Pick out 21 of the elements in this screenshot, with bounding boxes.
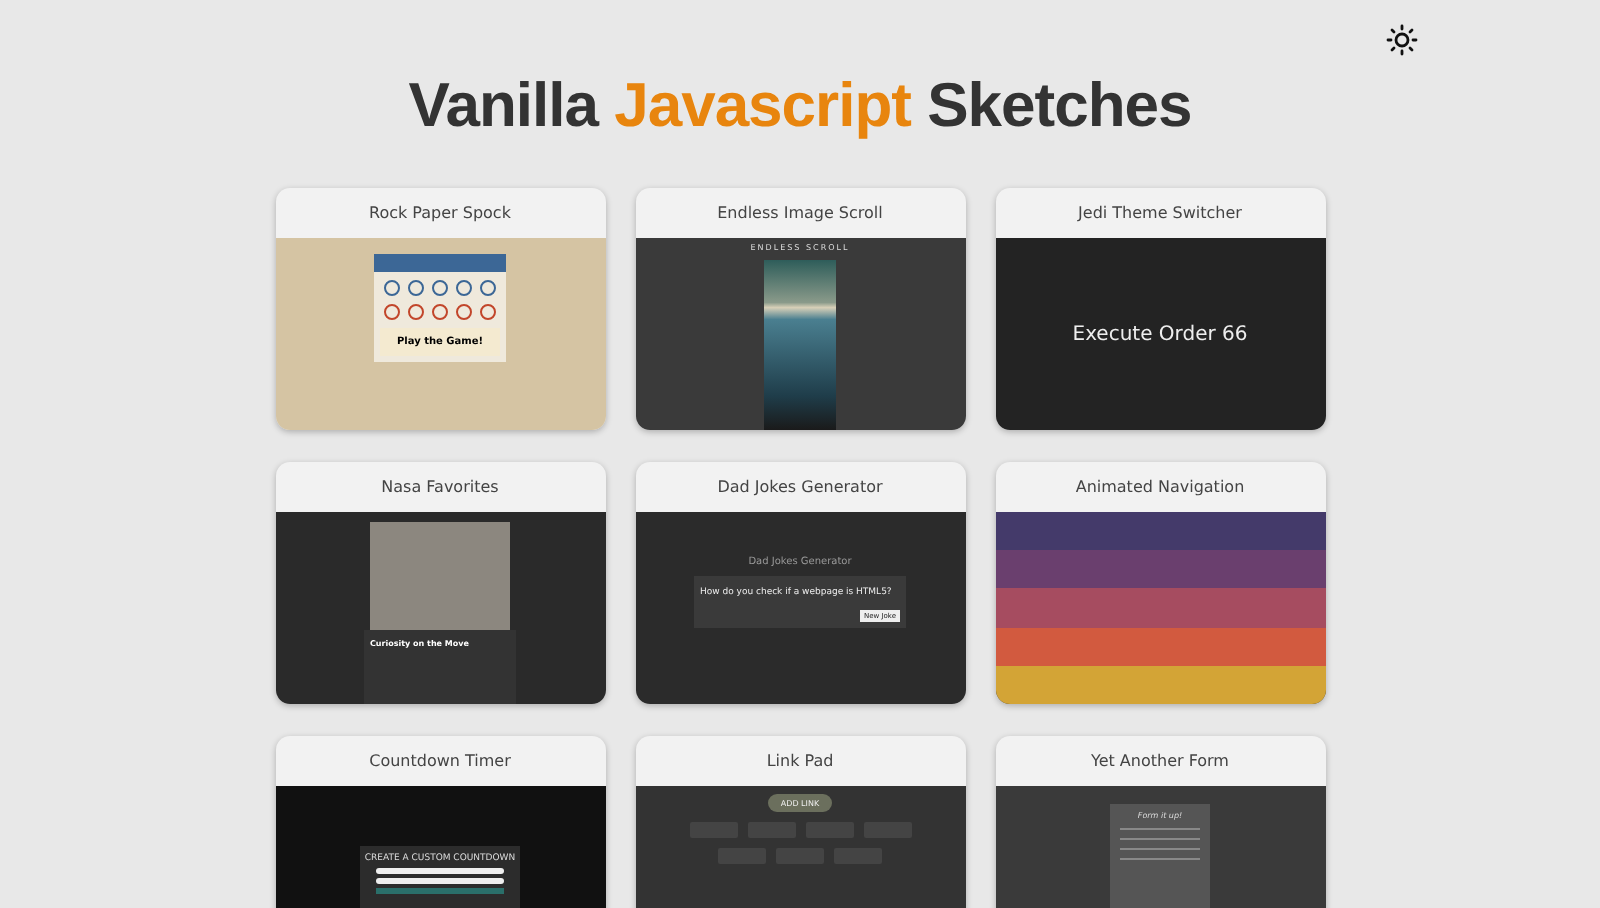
input-field — [376, 868, 504, 874]
card-title[interactable]: Dad Jokes Generator — [717, 478, 883, 496]
sun-icon — [1386, 24, 1418, 56]
fill-in-line — [1120, 828, 1200, 830]
theme-toggle-button[interactable] — [1384, 22, 1420, 58]
card-title[interactable]: Rock Paper Spock — [369, 204, 511, 222]
fill-in-line — [1120, 838, 1200, 840]
card-title[interactable]: Yet Another Form — [1091, 752, 1229, 770]
preview-heading: Execute Order 66 — [1072, 323, 1248, 345]
card-title[interactable]: Link Pad — [766, 752, 834, 770]
card-title[interactable]: Animated Navigation — [1075, 478, 1245, 496]
card-title[interactable]: Jedi Theme Switcher — [1078, 204, 1242, 222]
fill-in-line — [1120, 858, 1200, 860]
card-title[interactable]: Countdown Timer — [369, 752, 511, 770]
fill-in-line — [1120, 848, 1200, 850]
input-field — [376, 878, 504, 884]
panel-header — [374, 254, 506, 272]
card-title[interactable]: Nasa Favorites — [381, 478, 499, 496]
card-title[interactable]: Endless Image Scroll — [717, 204, 883, 222]
page-title: Vanilla Javascript Sketches — [406, 70, 1194, 142]
photo-placeholder — [370, 522, 510, 630]
